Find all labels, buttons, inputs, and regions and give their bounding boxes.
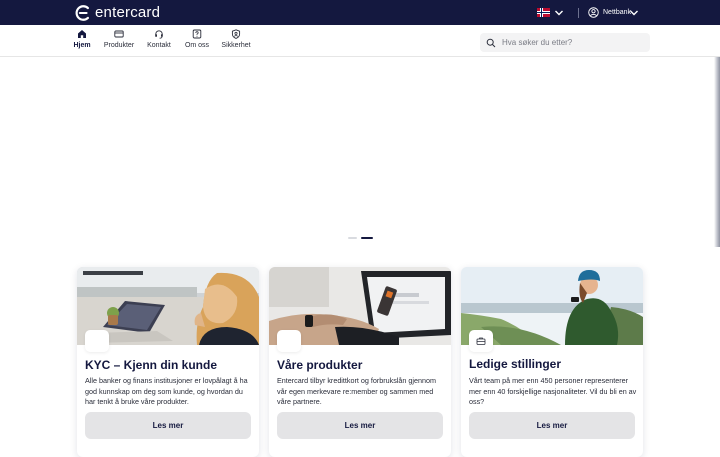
card-produkter: Våre produkter Entercard tilbyr kredittk… [269, 267, 451, 457]
netbank-button[interactable]: Nettbank [588, 6, 631, 19]
carousel-dot[interactable] [348, 237, 357, 239]
nav-label: Kontakt [147, 42, 171, 49]
question-icon [192, 29, 202, 39]
les-mer-button[interactable]: Les mer [469, 412, 635, 439]
nav-item-sikkerhet[interactable]: Sikkerhet [216, 29, 256, 49]
main-navigation: Hjem Produkter Kontakt Om oss Sikkerhet … [0, 25, 720, 57]
card-icon [114, 30, 124, 38]
chevron-down-icon[interactable] [629, 9, 639, 17]
nav-item-om-oss[interactable]: Om oss [177, 29, 217, 49]
entercard-logo[interactable]: entercard [74, 3, 160, 22]
briefcase-icon [476, 337, 486, 345]
search-box[interactable] [480, 33, 650, 52]
card-description: Entercard tilbyr kredittkort og forbruks… [277, 376, 436, 406]
user-icon [588, 7, 599, 18]
home-icon [78, 30, 86, 38]
headset-icon [155, 30, 163, 39]
card-title: Ledige stillinger [469, 357, 562, 371]
carousel-indicators [348, 237, 373, 239]
chevron-down-icon[interactable] [554, 9, 564, 17]
search-input[interactable] [502, 38, 642, 47]
les-mer-button[interactable]: Les mer [85, 412, 251, 439]
card-kyc: KYC – Kjenn din kunde Alle banker og fin… [77, 267, 259, 457]
card-title: Våre produkter [277, 358, 363, 372]
header-divider [578, 8, 579, 18]
card-title: KYC – Kjenn din kunde [85, 358, 218, 372]
netbank-label: Nettbank [603, 9, 632, 16]
carousel-next-slide-edge[interactable] [714, 57, 720, 247]
card-stillinger: Ledige stillinger Vårt team på mer enn 4… [461, 267, 643, 457]
carousel-dot-active[interactable] [361, 237, 373, 239]
nav-item-kontakt[interactable]: Kontakt [139, 29, 179, 49]
les-mer-button[interactable]: Les mer [277, 412, 443, 439]
shield-icon [231, 29, 241, 39]
nav-item-hjem[interactable]: Hjem [62, 29, 102, 49]
briefcase-icon-container [469, 330, 493, 352]
nav-item-produkter[interactable]: Produkter [99, 29, 139, 49]
products-card-icon [277, 330, 301, 352]
hero-carousel [0, 57, 720, 247]
nav-label: Hjem [73, 42, 91, 49]
search-icon [486, 38, 496, 47]
nav-label: Sikkerhet [221, 42, 251, 49]
top-bar: entercard Nettbank [0, 0, 720, 25]
brand-name: entercard [95, 3, 161, 21]
card-description: Vårt team på mer enn 450 personer repres… [469, 376, 637, 406]
entercard-logo-icon [75, 4, 90, 21]
kyc-card-icon [85, 330, 109, 352]
nav-label: Produkter [103, 42, 135, 49]
card-description: Alle banker og finans institusjoner er l… [85, 376, 248, 406]
nav-label: Om oss [184, 42, 210, 49]
norway-flag-icon[interactable] [537, 8, 550, 17]
